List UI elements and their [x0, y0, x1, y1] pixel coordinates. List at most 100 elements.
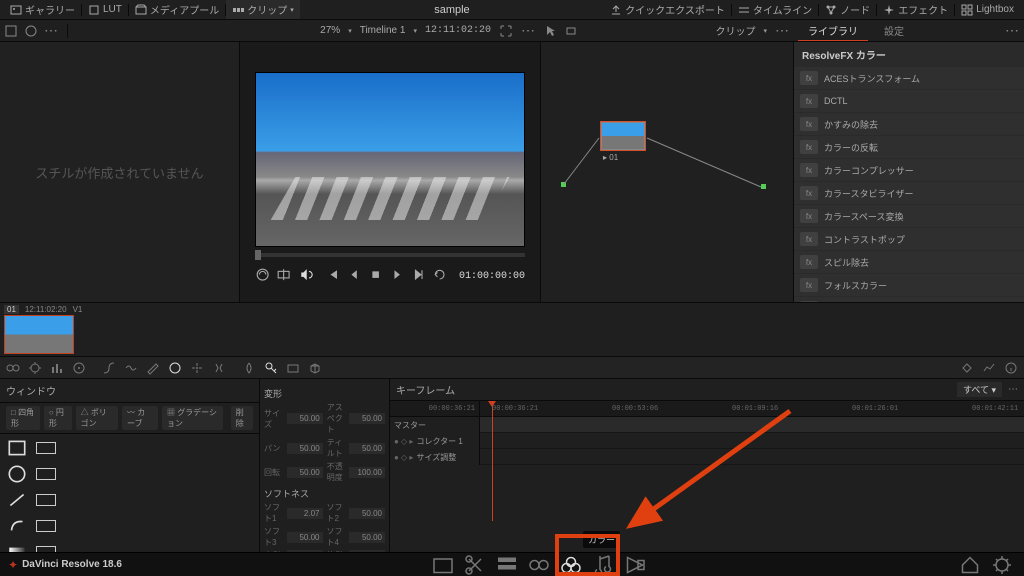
3d-icon[interactable]: [308, 361, 322, 375]
clip-thumbnail[interactable]: [4, 315, 74, 354]
fx-item[interactable]: fxカラースペース変換: [794, 205, 1024, 227]
kf-ruler[interactable]: 00:00:36:2100:00:53:0600:01:09:1600:01:2…: [480, 401, 1024, 417]
prev-frame-icon[interactable]: [347, 267, 362, 285]
tf-v2[interactable]: 50.00: [349, 508, 385, 519]
scrub-bar[interactable]: [255, 253, 525, 257]
viewer-options-menu[interactable]: ⋯: [44, 22, 59, 39]
tf-v1[interactable]: 50.00: [287, 443, 323, 454]
tf-v1[interactable]: 2.07: [287, 508, 323, 519]
timeline-btn[interactable]: タイムライン: [732, 0, 818, 19]
nodes-btn[interactable]: ノード: [819, 0, 876, 19]
node-menu[interactable]: ⋯: [775, 22, 790, 39]
effects-btn[interactable]: エフェクト: [877, 0, 954, 19]
mediapool-btn[interactable]: メディアプール: [129, 0, 225, 19]
shape-grad-btn[interactable]: ▦ グラデーション: [162, 406, 223, 430]
stop-icon[interactable]: [368, 267, 383, 285]
primaries-icon[interactable]: [6, 361, 20, 375]
bypass-icon[interactable]: [255, 267, 270, 285]
lut-btn[interactable]: LUT: [82, 0, 128, 19]
info-icon[interactable]: [1004, 361, 1018, 375]
fx-item[interactable]: fxコントラストポップ: [794, 228, 1024, 250]
shape-circle[interactable]: [6, 464, 28, 484]
tf-v2[interactable]: 100.00: [349, 467, 385, 478]
picker-icon[interactable]: [4, 24, 18, 38]
fx-item[interactable]: fxカラーの反転: [794, 136, 1024, 158]
cursor-icon[interactable]: [544, 24, 558, 38]
keyframe-toggle-icon[interactable]: [960, 361, 974, 375]
edit-page-icon[interactable]: [493, 553, 521, 576]
fx-item[interactable]: fxかすみの除去: [794, 113, 1024, 135]
warper-icon[interactable]: [124, 361, 138, 375]
fx-item[interactable]: fxフォルスカラー: [794, 274, 1024, 296]
blur-icon[interactable]: [242, 361, 256, 375]
fx-item[interactable]: fxカラースタビライザー: [794, 182, 1024, 204]
loop-icon[interactable]: [432, 267, 447, 285]
sizing-icon[interactable]: [286, 361, 300, 375]
kf-lane-2[interactable]: [480, 449, 1024, 465]
shape-rect[interactable]: [6, 438, 28, 458]
color-page-icon[interactable]: [557, 553, 585, 576]
play-icon[interactable]: [389, 267, 404, 285]
deliver-page-icon[interactable]: [621, 553, 649, 576]
fx-tab-library[interactable]: ライブラリ: [798, 20, 868, 41]
tf-v1[interactable]: 50.00: [287, 532, 323, 543]
shape-circle-btn[interactable]: ○ 円形: [44, 406, 72, 430]
fx-item[interactable]: fxカラーコンプレッサー: [794, 159, 1024, 181]
tf-v2[interactable]: 50.00: [349, 532, 385, 543]
next-frame-icon[interactable]: [410, 267, 425, 285]
first-frame-icon[interactable]: [325, 267, 340, 285]
tf-v1[interactable]: 50.00: [287, 467, 323, 478]
tf-v2[interactable]: 50.00: [349, 443, 385, 454]
cut-page-icon[interactable]: [461, 553, 489, 576]
expand-icon[interactable]: [499, 24, 513, 38]
viewer-menu[interactable]: ⋯: [521, 22, 536, 39]
fx-tab-settings[interactable]: 設定: [874, 20, 914, 41]
fairlight-page-icon[interactable]: [589, 553, 617, 576]
delete-btn[interactable]: 削除: [231, 406, 253, 430]
fx-item[interactable]: fxACESトランスフォーム: [794, 67, 1024, 89]
rgb-mixer-icon[interactable]: [50, 361, 64, 375]
shape-curve-btn[interactable]: 〰 カーブ: [122, 406, 158, 430]
keyframe-all-dd[interactable]: すべて ▾: [957, 382, 1002, 397]
magic-mask-icon[interactable]: [212, 361, 226, 375]
hdr-icon[interactable]: [28, 361, 42, 375]
qualifier-icon[interactable]: [146, 361, 160, 375]
shape-poly-btn[interactable]: △ ポリゴン: [76, 406, 118, 430]
kf-track-1[interactable]: ● ◇ ▸コレクター 1: [390, 433, 479, 449]
kf-track-2[interactable]: ● ◇ ▸サイズ調整: [390, 449, 479, 465]
zoom-value[interactable]: 27%: [320, 25, 340, 36]
fx-item[interactable]: fxフリッカーの追加: [794, 297, 1024, 302]
keyframe-menu[interactable]: ⋯: [1008, 384, 1018, 395]
media-page-icon[interactable]: [429, 553, 457, 576]
window-icon[interactable]: [168, 361, 182, 375]
curves-icon[interactable]: [102, 361, 116, 375]
shape-rect-btn[interactable]: □ 四角形: [6, 406, 40, 430]
highlight-icon[interactable]: [24, 24, 38, 38]
node-add-icon[interactable]: [564, 24, 578, 38]
kf-lane-1[interactable]: [480, 433, 1024, 449]
clip-dropdown[interactable]: クリップ: [715, 23, 755, 38]
timeline-name[interactable]: Timeline 1: [360, 25, 406, 36]
node-graph[interactable]: ▸ 01: [540, 42, 794, 302]
fx-item[interactable]: fxスピル除去: [794, 251, 1024, 273]
gallery-btn[interactable]: ギャラリー: [4, 0, 81, 19]
audio-icon[interactable]: [298, 267, 313, 285]
motion-icon[interactable]: [72, 361, 86, 375]
scopes-icon[interactable]: [982, 361, 996, 375]
shape-line[interactable]: [6, 490, 28, 510]
tf-v1[interactable]: 50.00: [287, 413, 323, 424]
fx-menu[interactable]: ⋯: [1005, 22, 1020, 39]
tracker-icon[interactable]: [190, 361, 204, 375]
kf-lane-master[interactable]: [480, 417, 1024, 433]
node-01[interactable]: [601, 122, 645, 150]
home-icon[interactable]: [956, 553, 984, 576]
quickexport-btn[interactable]: クイックエクスポート: [604, 0, 731, 19]
fusion-page-icon[interactable]: [525, 553, 553, 576]
shape-pen[interactable]: [6, 516, 28, 536]
key-icon[interactable]: [264, 361, 278, 375]
viewer-image[interactable]: [255, 72, 525, 247]
project-settings-icon[interactable]: [988, 553, 1016, 576]
kf-master[interactable]: マスター: [390, 417, 479, 433]
split-icon[interactable]: [276, 267, 291, 285]
fx-item[interactable]: fxDCTL: [794, 90, 1024, 112]
